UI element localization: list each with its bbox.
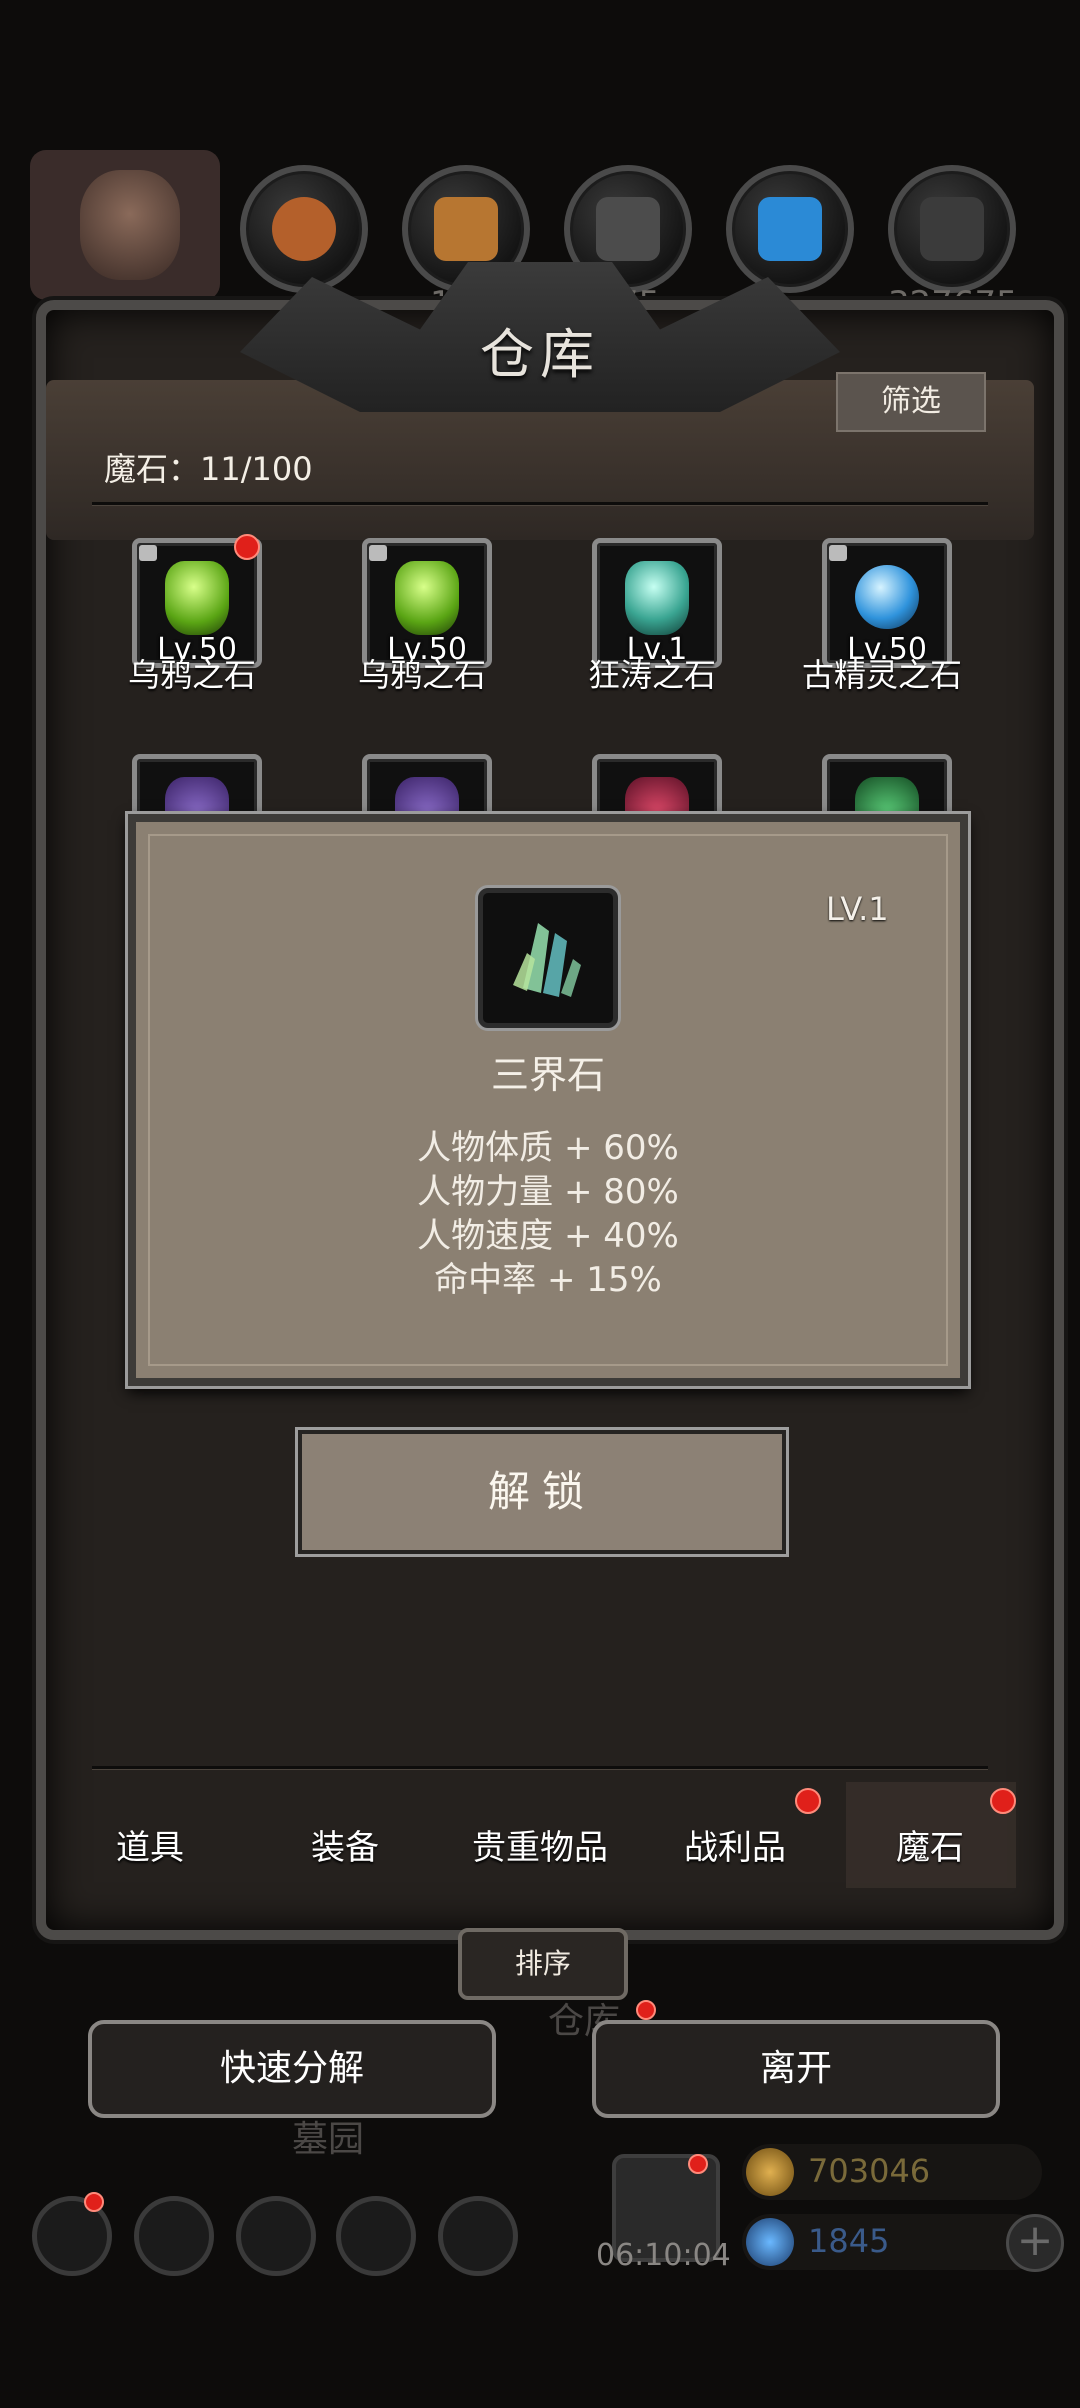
gem-icon (625, 561, 689, 635)
resource-stone-icon (888, 165, 1016, 293)
notification-dot (795, 1788, 821, 1814)
unlock-button[interactable]: 解锁 (298, 1430, 786, 1554)
detail-level: LV.1 (826, 890, 889, 928)
tab-equipment[interactable]: 装备 (255, 1820, 435, 1869)
detail-stat: 人物速度 + 40% (417, 1216, 679, 1256)
stone-count: 魔石：11/100 (104, 450, 313, 488)
detail-stat: 人物力量 + 80% (417, 1172, 679, 1212)
resource-meat-icon (240, 165, 368, 293)
dialog-title: 仓库 (480, 323, 600, 386)
detail-name: 三界石 (490, 1053, 605, 1097)
item-slot[interactable]: Lv.50 (822, 538, 952, 668)
notification-dot (688, 2154, 708, 2174)
gem-icon (165, 561, 229, 635)
lock-icon (139, 545, 157, 561)
gem-icon (855, 565, 919, 629)
gem-value: 1845 (808, 2222, 890, 2260)
notification-dot (84, 2192, 104, 2212)
item-detail-popup: LV.1 三界石 人物体质 + 60% 人物力量 + 80% 人物速度 + 40… (128, 814, 968, 1386)
gold-counter: 703046 (742, 2144, 1042, 2200)
leave-button[interactable]: 离开 (592, 2020, 1000, 2118)
item-slot[interactable]: Lv.50 (362, 538, 492, 668)
notification-dot (990, 1788, 1016, 1814)
diamond-icon (746, 2218, 794, 2266)
coin-icon (746, 2148, 794, 2196)
tab-magic-stones[interactable]: 魔石 (840, 1820, 1020, 1869)
add-icon[interactable]: + (1006, 2214, 1064, 2272)
resource-crystal-icon (726, 165, 854, 293)
notification-dot (234, 534, 260, 560)
item-name: 乌鸦之石 (127, 656, 256, 694)
item-name: 乌鸦之石 (357, 656, 486, 694)
tab-trophies[interactable]: 战利品 (645, 1820, 825, 1869)
gem-icon (395, 561, 459, 635)
avatar[interactable] (30, 150, 220, 300)
sort-button[interactable]: 排序 (458, 1928, 628, 2000)
detail-stat: 人物体质 + 60% (417, 1128, 679, 1168)
timer: 06:10:04 (596, 2238, 731, 2273)
item-name: 古精灵之石 (801, 656, 962, 694)
filter-button[interactable]: 筛选 (836, 372, 986, 432)
tab-items[interactable]: 道具 (60, 1820, 240, 1869)
portrait (80, 170, 180, 280)
divider (92, 1766, 988, 1770)
star-icon[interactable] (134, 2196, 214, 2276)
lock-icon (829, 545, 847, 561)
detail-stat: 命中率 + 15% (434, 1260, 662, 1300)
mail-icon[interactable] (336, 2196, 416, 2276)
gem-counter: 1845 (742, 2214, 1042, 2270)
item-name: 狂涛之石 (587, 656, 716, 694)
divider (92, 502, 988, 506)
crystal-icon (478, 888, 618, 1028)
item-slot[interactable]: Lv.1 (592, 538, 722, 668)
map-icon[interactable] (438, 2196, 518, 2276)
notification-dot (636, 2000, 656, 2020)
building-icon[interactable] (236, 2196, 316, 2276)
quick-decompose-button[interactable]: 快速分解 (88, 2020, 496, 2118)
lock-icon (369, 545, 387, 561)
bg-graveyard-label: 墓园 (292, 2119, 365, 2160)
gold-value: 703046 (808, 2152, 931, 2190)
tab-valuables[interactable]: 贵重物品 (450, 1820, 630, 1869)
